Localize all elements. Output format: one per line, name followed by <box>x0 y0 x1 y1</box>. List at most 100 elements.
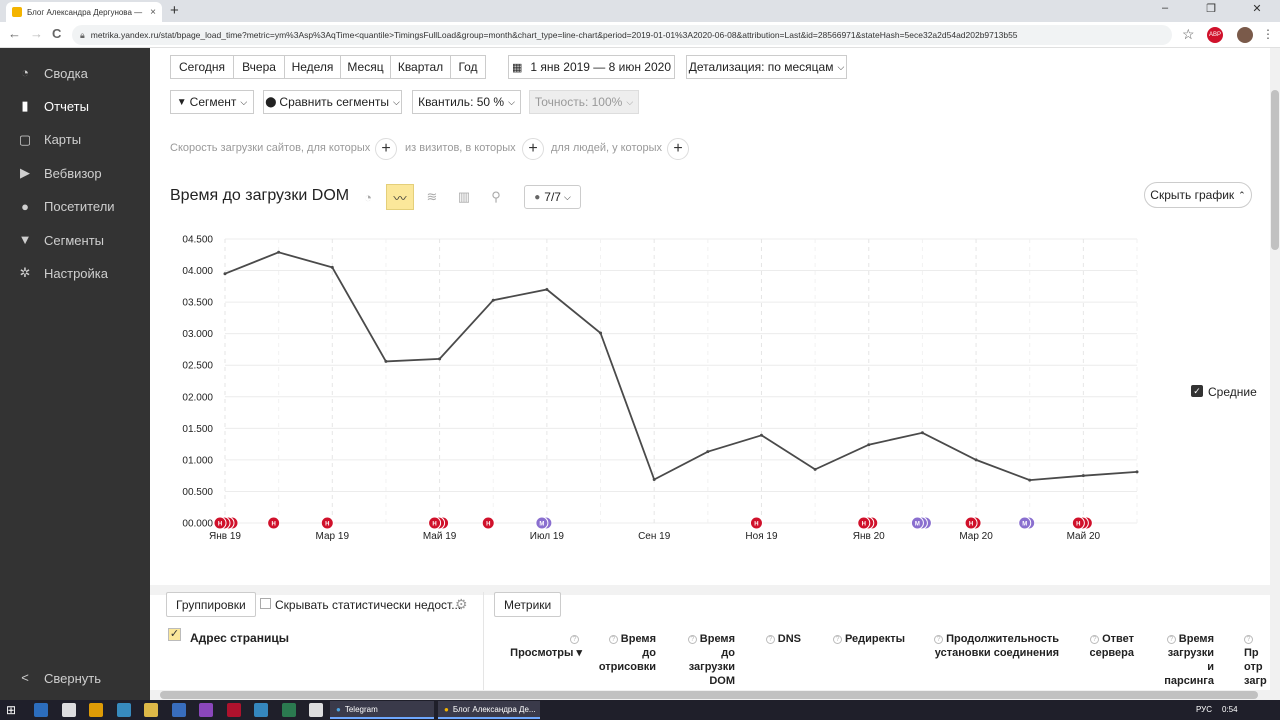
help-icon[interactable]: ? <box>570 635 579 644</box>
sidebar-item-0[interactable]: ◔ Сводка <box>0 58 150 88</box>
clock[interactable]: 0:54 <box>1222 705 1238 714</box>
period-button-0[interactable]: Сегодня <box>170 55 233 79</box>
annotations-button[interactable]: ● 7/7 ⌵ <box>524 185 581 209</box>
windows-start-icon[interactable]: ⊞ <box>6 703 16 717</box>
back-icon[interactable]: ← <box>8 26 21 41</box>
taskbar-browser[interactable]: ● Блог Александра Де... <box>438 701 540 719</box>
column-header-text: Пр <box>1244 647 1259 659</box>
column-header-5[interactable]: ? Продолжительность установки соединения <box>929 632 1059 660</box>
help-icon[interactable]: ? <box>1244 635 1253 644</box>
segment-button[interactable]: ▼ Сегмент ⌵ <box>170 90 254 114</box>
dimension-checkbox[interactable]: ✓ <box>168 628 181 641</box>
period-button-1[interactable]: Вчера <box>233 55 284 79</box>
map-chart-type-icon[interactable]: ⚲ <box>482 184 510 210</box>
browser-menu-icon[interactable]: ⋮ <box>1262 27 1274 41</box>
close-window-icon[interactable]: ✕ <box>1234 2 1280 15</box>
data-point <box>1081 474 1085 478</box>
help-icon[interactable]: ? <box>832 635 842 644</box>
close-tab-icon[interactable]: × <box>150 7 156 18</box>
period-button-3[interactable]: Месяц <box>340 55 390 79</box>
url-input[interactable]: 🔒︎ metrika.yandex.ru/stat/bpage_load_tim… <box>72 25 1172 45</box>
taskbar-app-icon[interactable] <box>61 703 76 717</box>
help-icon[interactable]: ? <box>1090 635 1100 644</box>
filter-icon: ▼ <box>176 96 187 108</box>
reload-icon[interactable]: C <box>52 26 61 41</box>
help-icon[interactable]: ? <box>765 635 775 644</box>
new-tab-button[interactable]: + <box>170 2 179 19</box>
data-point <box>491 298 495 302</box>
keyboard-language[interactable]: РУС <box>1196 705 1212 714</box>
area-chart-type-icon[interactable]: ≋ <box>418 184 446 210</box>
taskbar-app-icon[interactable] <box>116 703 131 717</box>
taskbar-app-icon[interactable] <box>34 703 48 717</box>
forward-icon[interactable]: → <box>30 26 43 41</box>
help-icon[interactable]: ? <box>934 635 944 644</box>
sidebar-item-5[interactable]: ▼ Сегменты <box>0 225 150 255</box>
period-button-5[interactable]: Год <box>450 55 486 79</box>
sidebar-item-1[interactable]: ▮ Отчеты <box>0 91 150 121</box>
taskbar-app-icon[interactable] <box>309 703 323 717</box>
sidebar-item-3[interactable]: ▶ Вебвизор <box>0 158 150 188</box>
column-header-text: Время <box>620 633 656 645</box>
pie-chart-type-icon[interactable]: ◔ <box>354 184 382 210</box>
column-header-2[interactable]: ? Время до загрузки DOM <box>660 632 735 688</box>
taskbar-telegram[interactable]: ● Telegram <box>330 701 434 719</box>
detail-label: Детализация: по месяцам <box>688 60 834 74</box>
taskbar-app-icon[interactable] <box>171 703 186 717</box>
data-point <box>438 357 442 361</box>
quantile-dropdown[interactable]: Квантиль: 50 % ⌵ <box>412 90 521 114</box>
help-icon[interactable]: ? <box>687 635 697 644</box>
column-header-text: Продолжительность <box>946 633 1059 645</box>
profile-avatar[interactable] <box>1237 27 1253 43</box>
sidebar-item-2[interactable]: ▢ Карты <box>0 125 150 155</box>
adblock-icon[interactable]: ABP <box>1207 27 1223 43</box>
column-header-0[interactable]: ? Просмотры ▾ <box>507 632 582 660</box>
compare-segments-button[interactable]: ⬤ Сравнить сегменты ⌵ <box>263 90 402 114</box>
bar-chart-type-icon[interactable]: ▥ <box>450 184 478 210</box>
data-point <box>545 287 549 291</box>
hide-insufficient-checkbox[interactable] <box>260 598 271 609</box>
y-tick-label: 03.000 <box>182 329 213 340</box>
hide-chart-button[interactable]: Скрыть график ⌃ <box>1144 182 1252 208</box>
add-site-condition-button[interactable]: + <box>375 138 397 160</box>
browser-tab[interactable]: Блог Александра Дергунова — × <box>6 2 162 22</box>
column-header-1[interactable]: ? Время до отрисовки <box>581 632 656 674</box>
add-visit-condition-button[interactable]: + <box>522 138 544 160</box>
taskbar-app-icon[interactable] <box>226 703 241 717</box>
bookmark-star-icon[interactable]: ☆ <box>1182 26 1195 43</box>
taskbar-app-icon[interactable] <box>199 703 213 717</box>
help-icon[interactable]: ? <box>608 635 618 644</box>
taskbar-app-icon[interactable] <box>144 703 158 717</box>
column-header-7[interactable]: ? Время загрузки и парсинга <box>1139 632 1214 688</box>
sidebar-item-4[interactable]: ● Посетители <box>0 192 150 222</box>
column-header-line: ? Время <box>581 632 656 646</box>
line-chart-type-icon[interactable]: 〰 <box>386 184 414 210</box>
taskbar-app-icon[interactable] <box>254 703 268 717</box>
chevron-down-icon: ⌵ <box>626 96 634 107</box>
detail-dropdown[interactable]: Детализация: по месяцам ⌵ <box>686 55 847 79</box>
table-settings-gear-icon[interactable]: ⚙ <box>455 596 468 613</box>
taskbar-app-icon[interactable] <box>281 703 296 717</box>
vertical-scroll-thumb[interactable] <box>1271 90 1279 250</box>
period-button-2[interactable]: Неделя <box>284 55 340 79</box>
collapse-sidebar-button[interactable]: < Свернуть <box>0 663 150 693</box>
sidebar-item-6[interactable]: ✲ Настройка <box>0 258 150 288</box>
date-range-button[interactable]: ▦ 1 янв 2019 — 8 июн 2020 <box>508 55 675 79</box>
column-header-text: отрисовки <box>598 661 656 673</box>
column-header-line: до <box>581 646 656 660</box>
horizontal-scroll-thumb[interactable] <box>160 691 1258 699</box>
column-header-4[interactable]: ? Редиректы <box>830 632 905 646</box>
metrics-button[interactable]: Метрики <box>494 592 562 617</box>
column-header-6[interactable]: ? Ответ сервера <box>1059 632 1134 660</box>
help-icon[interactable]: ? <box>1166 635 1176 644</box>
add-people-condition-button[interactable]: + <box>667 138 689 160</box>
y-tick-label: 00.000 <box>182 519 213 530</box>
minimize-icon[interactable]: – <box>1142 2 1188 14</box>
column-header-3[interactable]: ? DNS <box>726 632 801 646</box>
groupings-button[interactable]: Группировки <box>166 592 256 617</box>
column-header-8[interactable]: ? Пр отр загр <box>1244 632 1270 688</box>
taskbar-app-icon[interactable] <box>89 703 103 717</box>
legend-checkbox[interactable]: ✓ <box>1191 385 1203 397</box>
maximize-icon[interactable]: ❐ <box>1188 2 1234 15</box>
period-button-4[interactable]: Квартал <box>390 55 450 79</box>
